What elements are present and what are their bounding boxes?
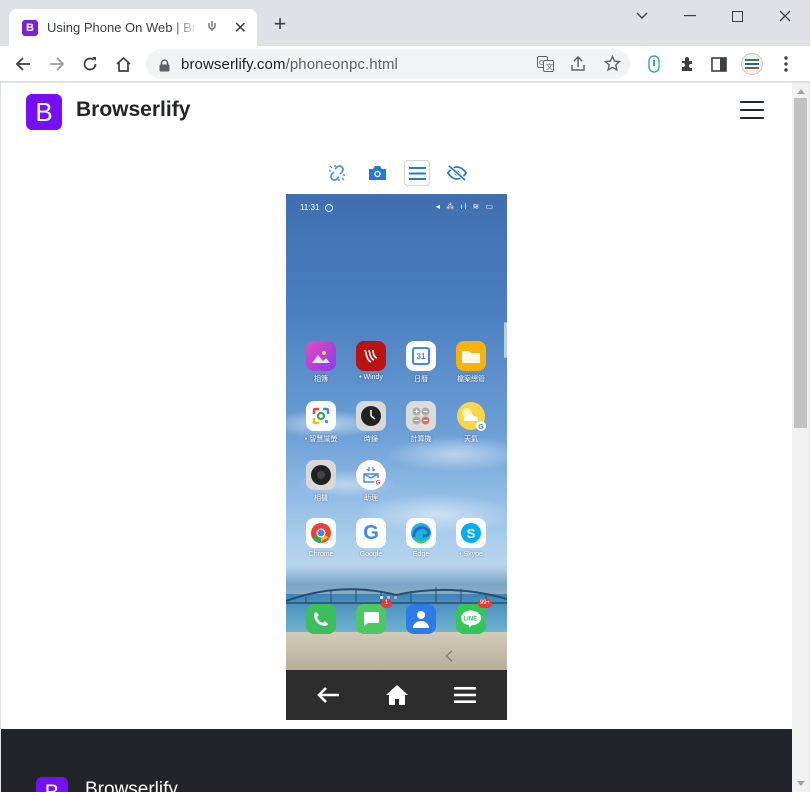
phone-time: 11:31 (300, 203, 320, 212)
app-clock[interactable]: 時鐘 (347, 401, 395, 457)
site-footer: B Browserlify (1, 729, 792, 792)
dock-contacts[interactable] (397, 604, 445, 660)
svg-text:文: 文 (546, 62, 553, 71)
windy-icon (356, 341, 386, 371)
home-page-indicator (378, 584, 418, 599)
svg-text:LINE: LINE (464, 617, 478, 623)
scroll-up-arrow-icon[interactable] (797, 89, 805, 94)
footer-site-name[interactable]: Browserlify (85, 779, 178, 792)
camera-app-icon (306, 460, 336, 490)
phone-navigation-bar (286, 670, 507, 720)
disconnect-link-icon[interactable] (324, 160, 350, 186)
screenshot-camera-icon[interactable] (364, 160, 390, 186)
dock-line[interactable]: LINE 99+ (447, 599, 495, 660)
calculator-icon (406, 401, 436, 431)
app-weather[interactable]: G 天氣 (447, 401, 495, 457)
app-gallery[interactable]: 相簿 (297, 341, 345, 397)
tab-media-icon[interactable] (207, 20, 217, 35)
folder-icon (456, 341, 486, 371)
edge-icon (406, 518, 436, 548)
app-windy[interactable]: • Windy (347, 341, 395, 397)
chrome-icon (306, 518, 336, 548)
tab-title: Using Phone On Web | Browserlify (47, 20, 197, 35)
minimize-icon[interactable] (667, 4, 713, 28)
calendar-icon: 31 (406, 341, 436, 371)
gesture-back-hint-icon (445, 650, 453, 662)
menu-kebab-icon[interactable] (773, 51, 799, 77)
lock-icon[interactable] (159, 57, 170, 76)
address-bar[interactable]: browserlify.com/phoneonpc.html G文 (146, 49, 630, 79)
app-skype[interactable]: S • Skype (447, 518, 495, 574)
phone-back-icon[interactable] (315, 682, 341, 708)
profile-avatar-icon[interactable] (739, 51, 765, 77)
url-text: browserlify.com/phoneonpc.html (181, 56, 398, 73)
maximize-icon[interactable] (714, 4, 760, 28)
svg-text:G: G (376, 481, 381, 487)
gallery-icon (306, 341, 336, 371)
extension-info-icon[interactable] (641, 51, 667, 77)
phone-screen[interactable]: 11:31 ◂ ⁂ ıl ≋ ▭ 相簿 • Windy 31 日曆 檔案總管 •… (286, 194, 507, 670)
app-chrome[interactable]: Chrome (297, 518, 345, 574)
edge-panel-handle[interactable] (504, 322, 507, 358)
google-icon: G (356, 518, 386, 548)
site-menu-icon[interactable] (740, 101, 764, 121)
dock-messages[interactable]: 1 (347, 599, 395, 660)
close-window-icon[interactable] (762, 4, 808, 28)
status-icons: ◂ ⁂ ıl ≋ ▭ (435, 202, 495, 211)
hide-eye-icon[interactable] (444, 160, 470, 186)
translate-icon[interactable]: G文 (537, 56, 554, 76)
browser-toolbar: browserlify.com/phoneonpc.html G文 (0, 46, 810, 82)
web-page: B Browserlify 11:31 ◂ ⁂ ıl ≋ ▭ 相簿 • Wind… (1, 83, 792, 792)
tab-search-icon[interactable] (619, 4, 665, 28)
status-notification-icon (325, 204, 333, 212)
reload-icon[interactable] (77, 51, 103, 77)
app-calendar[interactable]: 31 日曆 (397, 341, 445, 397)
browser-tab[interactable]: B Using Phone On Web | Browserlify ✕ (9, 9, 257, 46)
app-google[interactable]: G Google (347, 518, 395, 574)
app-camera[interactable]: 相機 (297, 460, 345, 516)
forward-icon[interactable] (44, 51, 70, 77)
line-badge: 99+ (477, 599, 492, 608)
clock-icon (356, 401, 386, 431)
app-lens[interactable]: • 智慧識螢 (297, 401, 345, 457)
svg-text:G: G (539, 60, 544, 67)
extensions-puzzle-icon[interactable] (674, 51, 700, 77)
scroll-down-arrow-icon[interactable] (797, 781, 805, 786)
app-edge[interactable]: Edge (397, 518, 445, 574)
app-files[interactable]: 檔案總管 (447, 341, 495, 397)
dock-phone[interactable] (297, 604, 345, 660)
bookmark-star-icon[interactable] (603, 54, 622, 76)
page-scrollbar[interactable] (792, 83, 809, 792)
line-app-icon: LINE 99+ (456, 599, 492, 634)
messages-icon: 1 (356, 599, 392, 634)
new-tab-button[interactable]: + (268, 11, 292, 36)
side-panel-icon[interactable] (706, 51, 732, 77)
home-icon[interactable] (110, 51, 136, 77)
tab-strip: B Using Phone On Web | Browserlify ✕ + (0, 0, 810, 46)
svg-text:G: G (478, 424, 484, 431)
footer-logo[interactable]: B (36, 777, 68, 792)
phone-status-bar: 11:31 ◂ ⁂ ıl ≋ ▭ (300, 202, 495, 214)
scroll-thumb[interactable] (794, 98, 807, 428)
messages-badge: 1 (381, 599, 392, 608)
phone-call-icon (306, 604, 336, 634)
app-calculator[interactable]: 計算機 (397, 401, 445, 457)
phone-recents-menu-icon[interactable] (452, 682, 478, 708)
google-lens-icon (306, 401, 336, 431)
phone-control-bar (321, 158, 481, 188)
tab-favicon: B (22, 19, 38, 36)
skype-icon: S (456, 518, 486, 548)
contacts-icon (406, 604, 436, 634)
phone-menu-toggle-icon[interactable] (404, 160, 430, 186)
tab-close-icon[interactable]: ✕ (234, 18, 247, 38)
site-logo[interactable]: B (26, 94, 62, 130)
app-assistant[interactable]: G 助理 (347, 460, 395, 516)
share-icon[interactable] (570, 55, 586, 76)
weather-sun-icon: G (456, 401, 486, 431)
phone-home-icon[interactable] (384, 682, 410, 708)
assistant-icon: G (356, 460, 386, 490)
site-name[interactable]: Browserlify (76, 98, 190, 122)
back-icon[interactable] (10, 51, 36, 77)
